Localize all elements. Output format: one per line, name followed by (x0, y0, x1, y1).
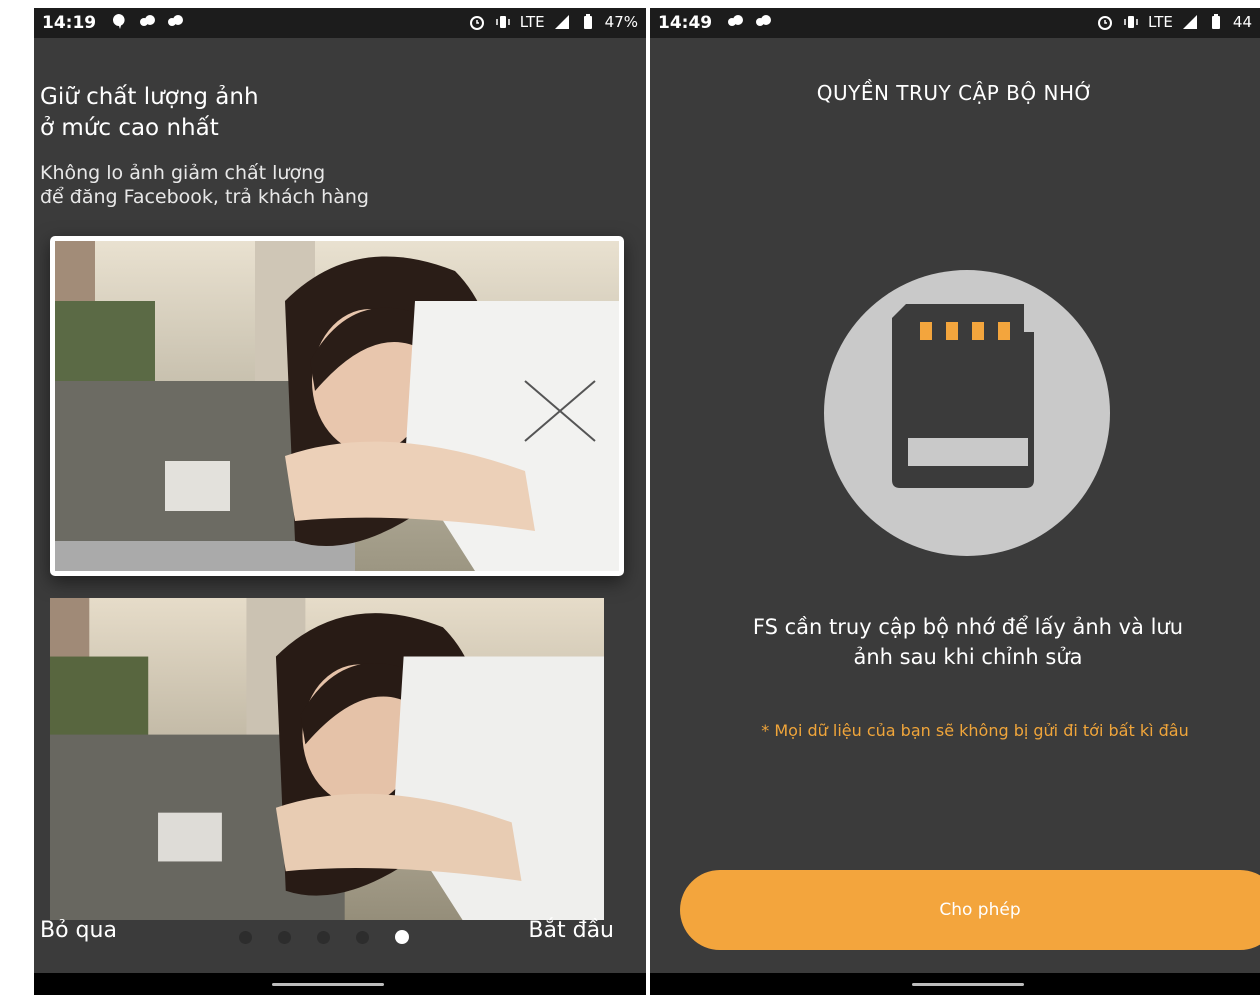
title-line: Giữ chất lượng ảnh (40, 84, 259, 110)
skip-button[interactable]: Bỏ qua (40, 918, 117, 943)
app-notification-icon (728, 15, 743, 26)
pager-dots (239, 930, 409, 944)
pager-dot-active[interactable] (395, 930, 409, 944)
onboarding-screen: 14:19 LTE 47% Giữ chất lượng ảnh ở mức c… (34, 8, 646, 995)
app-notification-icon (140, 15, 155, 26)
description-line: FS cần truy cập bộ nhớ để lấy ảnh và lưu (752, 615, 1184, 639)
photo-illustration (55, 241, 619, 571)
pager-dot[interactable] (278, 930, 291, 944)
pager-dot[interactable] (356, 930, 369, 944)
allow-button[interactable]: Cho phép (680, 870, 1260, 950)
battery-percent: 47% (604, 13, 638, 31)
permission-screen: 14:49 LTE 44 QUYỀN TRUY CẬP BỘ NHỚ FS cầ… (650, 8, 1260, 995)
sample-photo-processed (50, 598, 604, 920)
photo-illustration (50, 598, 604, 920)
signal-icon (1182, 15, 1197, 29)
alarm-icon (469, 16, 484, 30)
network-type: LTE (519, 13, 545, 31)
onboarding-subtitle: Không lo ảnh giảm chất lượng để đăng Fac… (40, 161, 510, 209)
app-notification-icon (168, 15, 183, 26)
pager-dot[interactable] (239, 930, 252, 944)
sd-card-icon (824, 270, 1110, 556)
subtitle-line: Không lo ảnh giảm chất lượng (40, 162, 326, 184)
privacy-note: * Mọi dữ liệu của bạn sẽ không bị gửi đi… (761, 721, 1189, 740)
subtitle-line: để đăng Facebook, trả khách hàng (40, 186, 369, 208)
alarm-icon (1097, 16, 1112, 30)
description-line: ảnh sau khi chỉnh sửa (853, 645, 1083, 669)
network-type: LTE (1147, 13, 1173, 31)
vibrate-icon (495, 16, 510, 28)
home-gesture-bar[interactable] (912, 983, 1024, 986)
vibrate-icon (1124, 16, 1138, 28)
sample-photo-original (50, 236, 624, 576)
pager-dot[interactable] (317, 930, 330, 944)
home-gesture-bar[interactable] (272, 983, 384, 986)
chat-notification-icon (113, 14, 125, 29)
status-time: 14:19 (42, 13, 97, 33)
onboarding-title: Giữ chất lượng ảnh ở mức cao nhất (40, 82, 460, 144)
start-button[interactable]: Bắt đầu (528, 918, 614, 943)
navigation-bar (650, 973, 1260, 995)
signal-icon (554, 15, 569, 29)
battery-icon (1211, 14, 1220, 29)
status-time: 14:49 (658, 13, 713, 33)
title-line: ở mức cao nhất (40, 115, 219, 141)
status-bar: 14:49 LTE 44 (650, 8, 1260, 38)
navigation-bar (34, 973, 646, 995)
status-bar: 14:19 LTE 47% (34, 8, 646, 38)
permission-title: QUYỀN TRUY CẬP BỘ NHỚ (816, 81, 1094, 105)
battery-percent: 44 (1232, 13, 1252, 31)
permission-description: FS cần truy cập bộ nhớ để lấy ảnh và lưu… (650, 612, 1260, 672)
app-notification-icon (756, 15, 771, 26)
battery-icon (583, 14, 592, 29)
